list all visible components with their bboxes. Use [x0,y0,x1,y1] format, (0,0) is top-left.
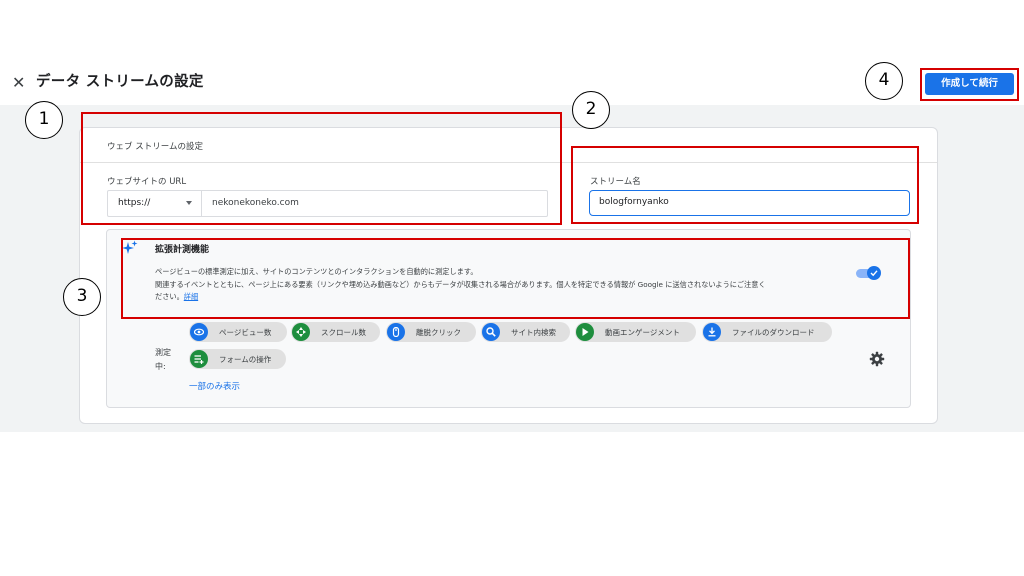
chip-file-downloads[interactable]: ファイルのダウンロード [702,322,832,342]
chip-label: フォームの操作 [219,355,272,364]
chip-label: 動画エンゲージメント [605,328,680,337]
page-title: データ ストリームの設定 [36,74,204,90]
annotation-number-3: 3 [63,278,101,316]
eye-icon [190,323,208,341]
annotation-box-1 [81,112,562,225]
download-icon [703,323,721,341]
annotation-box-3 [121,238,910,319]
chip-video-engagement[interactable]: 動画エンゲージメント [575,322,696,342]
chip-label: 離脱クリック [416,328,461,337]
chip-label: サイト内検索 [511,328,556,337]
annotation-number-2: 2 [572,91,610,129]
mouse-icon [387,323,405,341]
play-icon [576,323,594,341]
chip-outbound-clicks[interactable]: 離脱クリック [386,322,476,342]
chip-scrolls[interactable]: スクロール数 [291,322,380,342]
annotation-box-4 [920,68,1019,101]
chip-form-interactions[interactable]: フォームの操作 [189,349,286,369]
annotation-box-2 [571,146,919,224]
measuring-label: 測定中: [155,348,171,371]
gear-icon[interactable] [869,351,885,367]
chip-label: スクロール数 [321,328,366,337]
search-icon [482,323,500,341]
crosshair-icon [292,323,310,341]
annotation-number-1: 1 [25,101,63,139]
chip-page-views[interactable]: ページビュー数 [189,322,287,342]
chip-site-search[interactable]: サイト内検索 [481,322,570,342]
annotation-number-4: 4 [865,62,903,100]
show-less-link[interactable]: 一部のみ表示 [189,380,240,392]
chip-label: ファイルのダウンロード [732,328,815,337]
chip-label: ページビュー数 [219,328,272,337]
form-icon [190,350,208,368]
close-icon[interactable]: ✕ [12,73,25,93]
